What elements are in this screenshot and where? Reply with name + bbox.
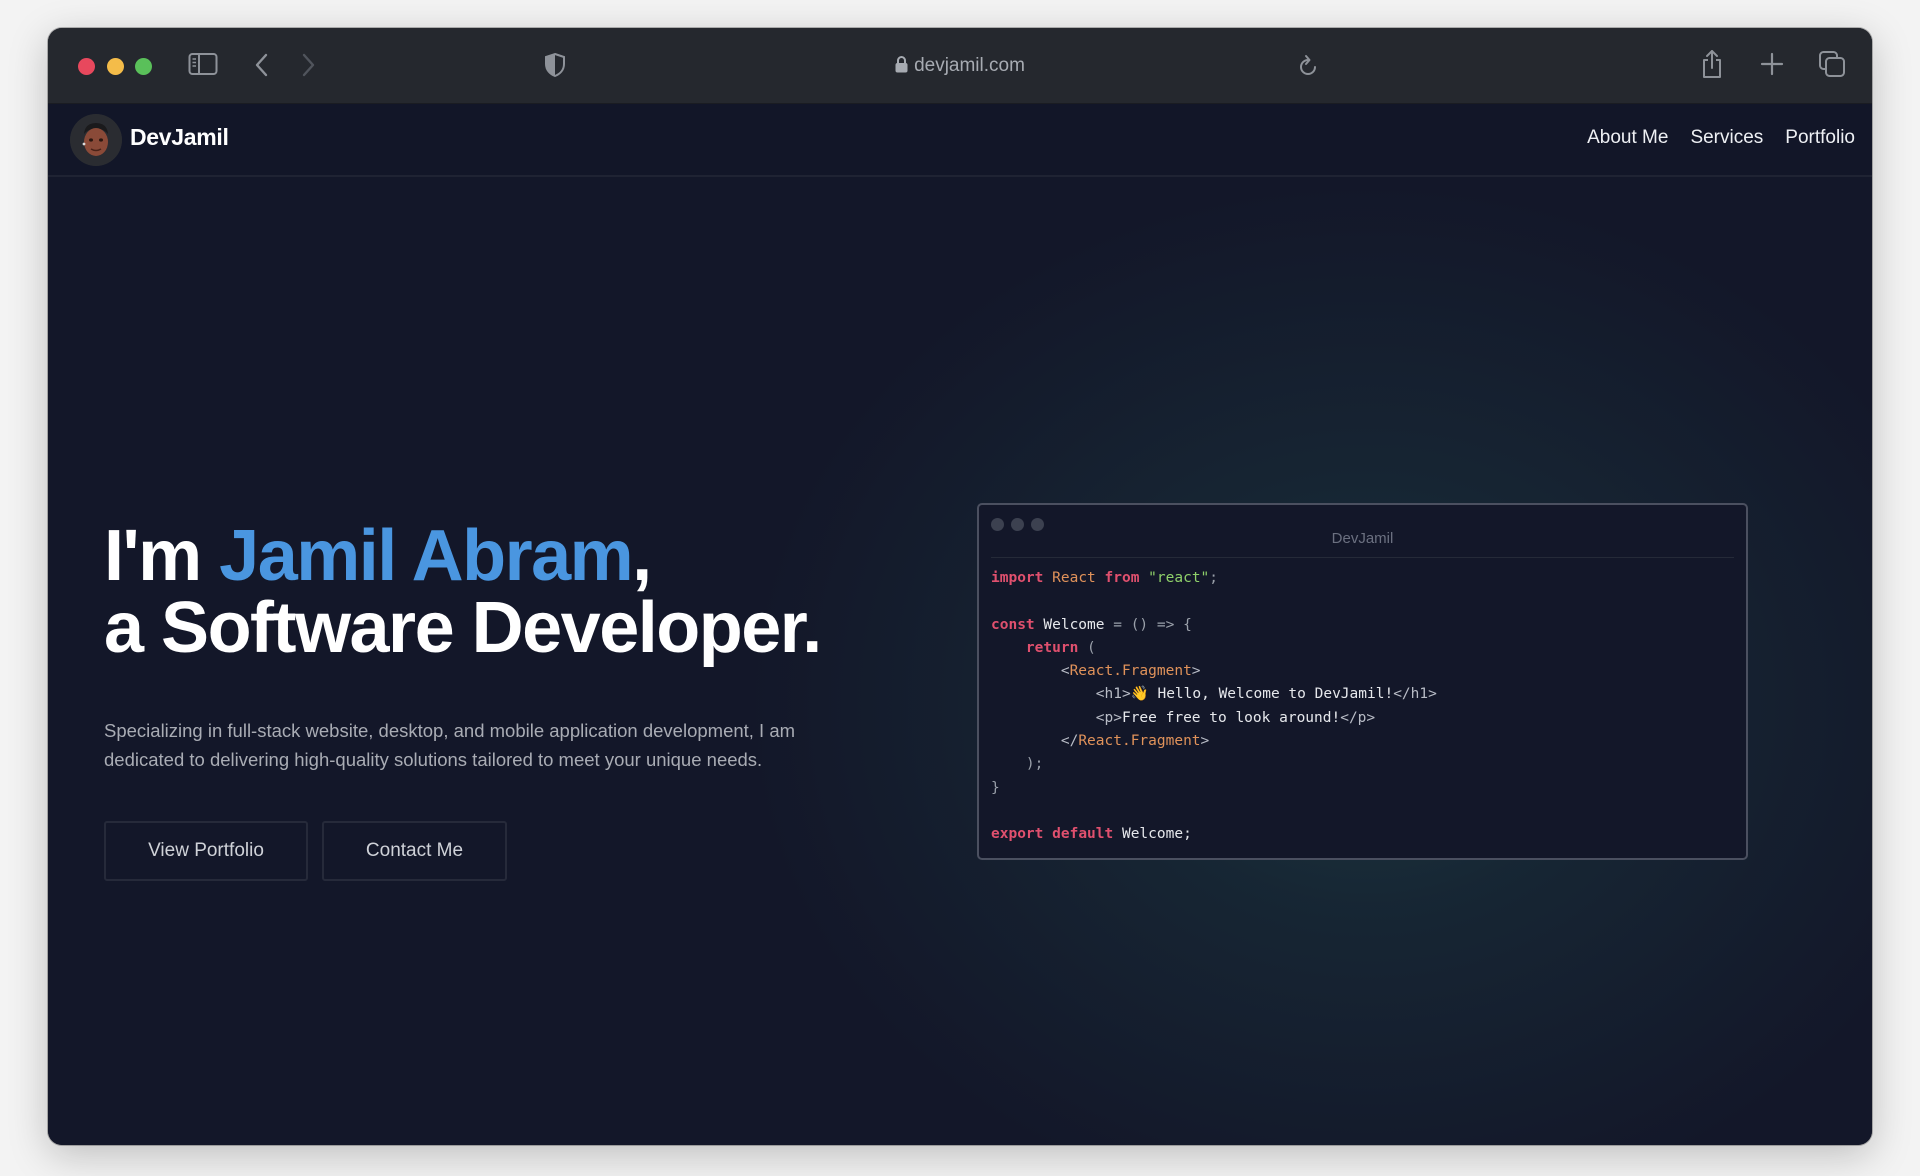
hero-title-prefix: I'm: [104, 516, 220, 596]
nav-services[interactable]: Services: [1690, 127, 1763, 149]
site-header: DevJamil About Me Services Portfolio: [48, 104, 1872, 177]
nav-about-me[interactable]: About Me: [1587, 127, 1668, 149]
code-window-divider: [991, 557, 1734, 558]
tabs-overview-icon[interactable]: [1818, 50, 1846, 78]
code-line: return (: [991, 637, 1437, 660]
code-token: </p>: [1340, 709, 1376, 726]
code-token: from: [1104, 570, 1140, 586]
code-token: >: [1191, 663, 1201, 680]
brand-name[interactable]: DevJamil: [130, 124, 229, 151]
code-token: ;: [1209, 570, 1219, 586]
hero-title: I'm Jamil Abram, a Software Developer.: [104, 520, 822, 664]
code-line: }: [991, 777, 1437, 800]
hero-title-role: a Software Developer.: [104, 588, 822, 668]
nav-portfolio[interactable]: Portfolio: [1785, 127, 1855, 149]
reload-icon[interactable]: [1298, 54, 1320, 78]
code-token: React.Fragment: [1069, 663, 1192, 680]
code-token: const: [991, 616, 1035, 633]
code-window: DevJamil import React from "react"; cons…: [977, 503, 1748, 860]
lock-icon: [895, 54, 908, 82]
code-line: const Welcome = () => {: [991, 614, 1437, 637]
code-token: default: [1052, 826, 1114, 843]
address-bar[interactable]: devjamil.com: [48, 52, 1872, 80]
hero-name: Jamil Abram: [219, 516, 634, 596]
code-line: <React.Fragment>: [991, 660, 1437, 683]
contact-me-button[interactable]: Contact Me: [322, 821, 507, 881]
plus-icon[interactable]: [1760, 52, 1784, 76]
code-token: }: [991, 779, 1000, 796]
code-line: export default Welcome;: [991, 823, 1437, 846]
code-token: <h1>: [1095, 686, 1131, 703]
code-token: Free free to look around!: [1121, 709, 1341, 726]
webpage: DevJamil About Me Services Portfolio I'm…: [48, 104, 1872, 1145]
code-token: Welcome: [1034, 616, 1114, 633]
code-token: 👋 Hello, Welcome to DevJamil!: [1130, 686, 1394, 703]
code-token: React.Fragment: [1078, 733, 1201, 750]
code-token: export: [991, 826, 1044, 843]
code-token: = () => {: [1113, 616, 1192, 633]
code-window-title: DevJamil: [1331, 530, 1394, 547]
code-line: );: [991, 753, 1437, 776]
code-token: Welcome;: [1113, 826, 1192, 843]
code-line: <p>Free free to look around!</p>: [991, 707, 1437, 730]
code-token: React: [1052, 570, 1096, 586]
hero-title-comma: ,: [632, 516, 652, 596]
browser-toolbar: devjamil.com: [48, 28, 1872, 104]
site-nav: About Me Services Portfolio: [1587, 127, 1855, 149]
code-token: <p>: [1095, 709, 1122, 726]
code-line: import React from "react";: [991, 567, 1437, 590]
code-block: import React from "react"; const Welcome…: [991, 567, 1437, 847]
browser-window: devjamil.com DevJamil About Me Services …: [48, 28, 1872, 1145]
code-token: );: [1025, 756, 1044, 773]
code-token: import: [991, 570, 1044, 586]
share-icon[interactable]: [1700, 48, 1724, 80]
url-text: devjamil.com: [914, 55, 1025, 76]
code-token: </: [1060, 733, 1079, 750]
code-line: </React.Fragment>: [991, 730, 1437, 753]
code-token: (: [1078, 639, 1096, 656]
code-token: </h1>: [1393, 686, 1437, 703]
code-token: >: [1200, 733, 1210, 750]
code-token: return: [1025, 639, 1079, 656]
avatar[interactable]: [70, 114, 122, 166]
hero-description: Specializing in full-stack website, desk…: [104, 720, 796, 770]
code-line: <h1>👋 Hello, Welcome to DevJamil!</h1>: [991, 683, 1437, 706]
code-token: <: [1060, 663, 1070, 680]
code-token: "react": [1148, 570, 1210, 586]
view-portfolio-button[interactable]: View Portfolio: [104, 821, 308, 881]
